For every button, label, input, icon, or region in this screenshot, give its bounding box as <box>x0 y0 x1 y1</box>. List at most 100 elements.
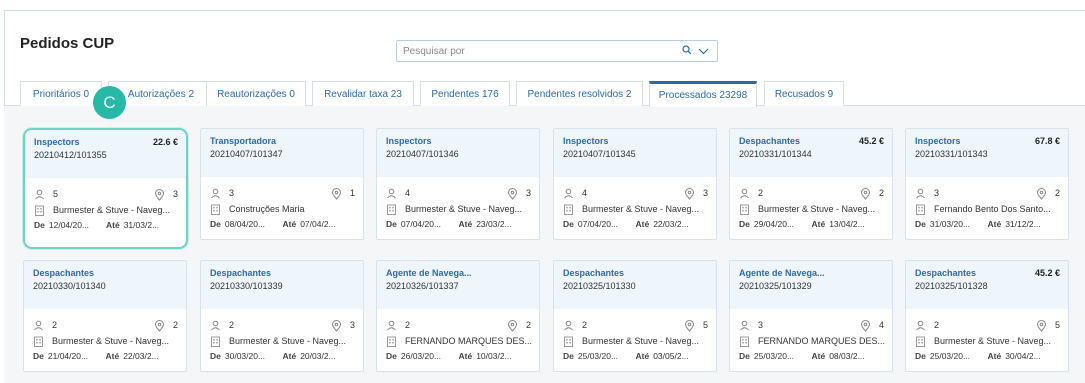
card-type: Inspectors <box>386 136 432 146</box>
card-header: Despachantes 20210330/101340 <box>24 261 186 309</box>
to-date: 22/03/2... <box>123 351 159 361</box>
card-company-row: Burmester & Stuve - Naveg... <box>33 333 178 349</box>
tab-revalidar-taxa[interactable]: Revalidar taxa 23 <box>312 81 414 106</box>
building-icon <box>915 204 926 215</box>
card-id: 20210331/101343 <box>915 149 988 159</box>
building-icon <box>563 336 574 347</box>
company-name: Burmester & Stuve - Naveg... <box>229 336 347 346</box>
card-counts: 23 <box>210 317 355 333</box>
request-card[interactable]: Despachantes 20210330/101339 2 3 Burmester &… <box>200 260 364 372</box>
from-date: 25/03/20... <box>929 351 971 361</box>
person-icon <box>210 320 221 331</box>
card-body: 2 2 FERNANDO MARQUES DES... De 26/03/20... At… <box>377 309 539 361</box>
card-dates: De 31/03/20... Até 31/12/2... <box>915 219 1060 229</box>
tab-pendentes-resolvidos[interactable]: Pendentes resolvidos 2 <box>516 81 643 106</box>
card-dates: De 25/03/20... Até 30/04/2... <box>915 351 1060 361</box>
tab-pendentes[interactable]: Pendentes 176 <box>420 81 510 106</box>
card-counts: 25 <box>915 317 1060 333</box>
from-label: De <box>739 219 750 229</box>
building-icon <box>386 204 397 215</box>
to-date: 23/03/2... <box>476 219 512 229</box>
people-count: 4 <box>582 188 588 198</box>
from-label: De <box>386 219 397 229</box>
card-company-row: FERNANDO MARQUES DES... <box>739 333 885 349</box>
card-type: Inspectors <box>563 136 609 146</box>
from-label: De <box>210 351 221 361</box>
request-card[interactable]: Inspectors 20210407/101346 4 3 Burmester & S… <box>376 128 540 240</box>
card-company-row: Burmester & Stuve - Naveg... <box>563 333 708 349</box>
card-counts: 31 <box>210 185 355 201</box>
card-header: Despachantes 20210325/101330 <box>554 261 716 309</box>
tab-reautorizacoes[interactable]: Reautorizações 0 <box>206 81 306 106</box>
places-count: 4 <box>878 320 884 330</box>
card-company-row: Burmester & Stuve - Naveg... <box>739 201 884 217</box>
places-count: 3 <box>172 189 178 199</box>
card-id: 20210331/101344 <box>739 149 812 159</box>
to-label: Até <box>282 351 297 361</box>
card-body: 2 5 Burmester & Stuve - Naveg... De 25/03/20… <box>554 309 716 361</box>
to-date: 07/04/2... <box>300 219 336 229</box>
card-type: Despachantes <box>563 268 625 278</box>
card-dates: De 25/03/20... Até 08/03/2... <box>739 351 884 361</box>
from-date: 26/03/20... <box>400 351 442 361</box>
location-pin-icon <box>154 188 165 201</box>
card-id: 20210325/101330 <box>563 281 636 291</box>
card-body: 4 3 Burmester & Stuve - Naveg... De 07/04/20… <box>554 177 716 229</box>
search-icon[interactable] <box>682 42 692 60</box>
request-card[interactable]: Despachantes 20210330/101340 2 2 Burmester &… <box>23 260 187 372</box>
to-date: 10/03/2... <box>476 351 512 361</box>
card-id: 20210407/101346 <box>386 149 459 159</box>
card-company-row: Burmester & Stuve - Naveg... <box>34 202 178 218</box>
tab-prioritarios[interactable]: Prioritários 0 <box>20 81 102 106</box>
card-dates: De 26/03/20... Até 10/03/2... <box>386 351 531 361</box>
card-type: Despachantes <box>33 268 95 278</box>
from-label: De <box>386 351 397 361</box>
tab-processados[interactable]: Processados 23298 <box>649 81 757 107</box>
building-icon <box>563 204 574 215</box>
from-date: 30/03/20... <box>224 351 266 361</box>
card-type: Despachantes <box>210 268 272 278</box>
from-label: De <box>739 351 750 361</box>
chevron-down-icon[interactable] <box>698 42 709 60</box>
card-body: 2 5 Burmester & Stuve - Naveg... De 25/03/20… <box>906 309 1068 361</box>
request-card[interactable]: Despachantes 20210325/101330 2 5 Burmester &… <box>553 260 717 372</box>
building-icon <box>915 336 926 347</box>
request-card[interactable]: Inspectors 20210331/101343 67.8 €3 2 Fernand… <box>905 128 1069 240</box>
page-title: Pedidos CUP <box>20 35 115 52</box>
search-box[interactable] <box>396 40 718 62</box>
card-dates: De 07/04/20... Até 23/03/2... <box>386 219 531 229</box>
request-card[interactable]: Inspectors 20210407/101345 4 3 Burmester & S… <box>553 128 717 240</box>
request-card[interactable]: Inspectors 20210412/101355 22.6 €5 3 Burmest… <box>23 128 188 249</box>
card-counts: 34 <box>739 317 884 333</box>
card-company-row: Construções Maria <box>210 201 355 217</box>
from-label: De <box>915 351 926 361</box>
people-count: 2 <box>758 188 764 198</box>
places-count: 3 <box>702 188 708 198</box>
location-pin-icon <box>1036 319 1047 332</box>
request-card[interactable]: Despachantes 20210325/101328 45.2 €2 5 Burme… <box>905 260 1069 372</box>
card-header: Despachantes 20210330/101339 <box>201 261 363 309</box>
people-count: 2 <box>582 320 588 330</box>
card-type: Inspectors <box>34 137 80 147</box>
to-date: 13/04/2... <box>829 219 865 229</box>
person-icon <box>386 188 397 199</box>
from-date: 12/04/20... <box>48 220 90 230</box>
people-count: 2 <box>934 320 940 330</box>
building-icon <box>739 204 750 215</box>
request-card[interactable]: Agente de Navega... 20210325/101329 3 4 FERN… <box>729 260 893 372</box>
location-pin-icon <box>507 319 518 332</box>
company-name: Burmester & Stuve - Naveg... <box>52 336 170 346</box>
request-card[interactable]: Agente de Navega... 20210326/101337 2 2 FERN… <box>376 260 540 372</box>
request-card[interactable]: Despachantes 20210331/101344 45.2 €2 2 Burme… <box>729 128 893 240</box>
from-date: 25/03/20... <box>577 351 619 361</box>
tab-recusados[interactable]: Recusados 9 <box>764 81 844 106</box>
card-dates: De 08/04/20... Até 07/04/2... <box>210 219 355 229</box>
request-card[interactable]: Transportadora 20210407/101347 3 1 Construçõ… <box>200 128 364 240</box>
to-date: 08/03/2... <box>829 351 865 361</box>
company-name: Burmester & Stuve - Naveg... <box>758 204 876 214</box>
card-header: Agente de Navega... 20210325/101329 <box>730 261 892 309</box>
to-label: Até <box>106 220 120 230</box>
card-type: Transportadora <box>210 136 277 146</box>
from-label: De <box>563 219 574 229</box>
search-input[interactable] <box>397 42 682 60</box>
